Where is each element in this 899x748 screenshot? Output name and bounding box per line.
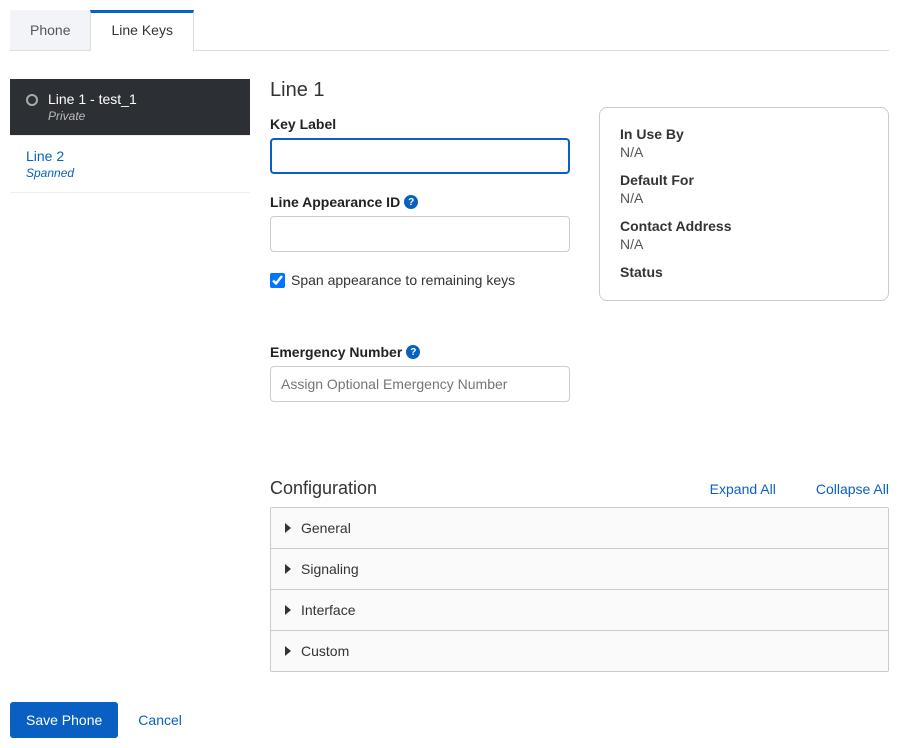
help-icon[interactable]: ? [404, 195, 418, 209]
accordion-item-signaling[interactable]: Signaling [271, 549, 888, 590]
sidebar-item-subtitle: Private [48, 109, 137, 123]
sidebar-item-title: Line 1 - test_1 [48, 91, 137, 107]
accordion-label: Custom [301, 643, 349, 659]
collapse-all-link[interactable]: Collapse All [816, 481, 889, 497]
radio-icon [26, 94, 38, 106]
emergency-input[interactable] [270, 366, 570, 402]
expand-all-link[interactable]: Expand All [710, 481, 776, 497]
tab-line-keys[interactable]: Line Keys [90, 10, 193, 51]
status-label: Status [620, 264, 868, 280]
contact-address-label: Contact Address [620, 218, 868, 234]
key-label-input[interactable] [270, 138, 570, 174]
span-checkbox-label: Span appearance to remaining keys [291, 272, 515, 288]
contact-address-value: N/A [620, 236, 868, 252]
caret-right-icon [285, 605, 291, 615]
line-sidebar: Line 1 - test_1 Private Line 2 Spanned [10, 79, 250, 672]
default-for-value: N/A [620, 190, 868, 206]
sidebar-item-line-1[interactable]: Line 1 - test_1 Private [10, 79, 250, 136]
accordion-item-custom[interactable]: Custom [271, 631, 888, 671]
caret-right-icon [285, 523, 291, 533]
sidebar-item-title: Line 2 [26, 148, 234, 164]
cancel-link[interactable]: Cancel [138, 712, 182, 728]
accordion-label: Signaling [301, 561, 359, 577]
help-icon[interactable]: ? [406, 345, 420, 359]
configuration-heading: Configuration [270, 478, 377, 499]
accordion-label: Interface [301, 602, 355, 618]
line-appearance-input[interactable] [270, 216, 570, 252]
default-for-label: Default For [620, 172, 868, 188]
sidebar-item-line-2[interactable]: Line 2 Spanned [10, 136, 250, 193]
tab-phone[interactable]: Phone [10, 10, 90, 50]
span-checkbox[interactable] [270, 273, 285, 288]
page-title: Line 1 [270, 79, 579, 102]
accordion-item-general[interactable]: General [271, 508, 888, 549]
save-phone-button[interactable]: Save Phone [10, 702, 118, 738]
key-label-label: Key Label [270, 116, 579, 132]
info-panel: In Use By N/A Default For N/A Contact Ad… [599, 107, 889, 301]
tab-bar: Phone Line Keys [10, 10, 889, 51]
line-appearance-label: Line Appearance ID ? [270, 194, 579, 210]
caret-right-icon [285, 646, 291, 656]
emergency-label: Emergency Number ? [270, 344, 579, 360]
in-use-by-value: N/A [620, 144, 868, 160]
line-appearance-label-text: Line Appearance ID [270, 194, 400, 210]
accordion-label: General [301, 520, 351, 536]
config-accordion: General Signaling Interface Custom [270, 507, 889, 672]
caret-right-icon [285, 564, 291, 574]
in-use-by-label: In Use By [620, 126, 868, 142]
accordion-item-interface[interactable]: Interface [271, 590, 888, 631]
emergency-label-text: Emergency Number [270, 344, 402, 360]
sidebar-item-subtitle: Spanned [26, 166, 234, 180]
